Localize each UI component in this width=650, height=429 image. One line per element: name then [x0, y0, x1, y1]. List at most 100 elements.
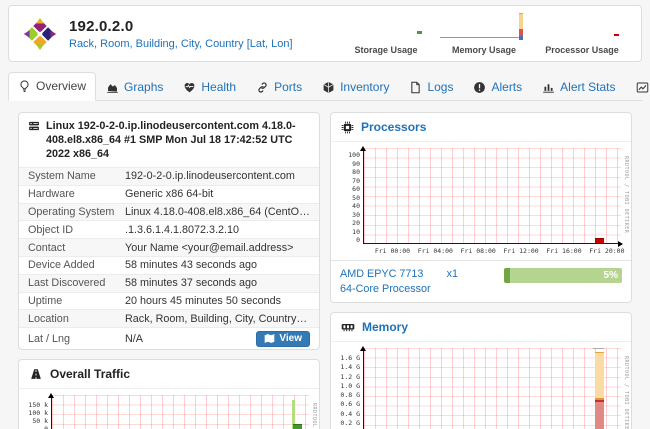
y-axis-tick: 60 [352, 185, 360, 193]
cpu-count: x1 [447, 268, 458, 280]
system-info-row: Last Discovered58 minutes 37 seconds ago [19, 274, 319, 292]
system-info-row: Device Added58 minutes 43 seconds ago [19, 256, 319, 274]
system-info-card: Linux 192-0-2-0.ip.linodeusercontent.com… [18, 112, 320, 350]
tab-overview[interactable]: Overview [8, 72, 96, 101]
storage-usage-minigraph[interactable]: Storage Usage [337, 12, 435, 55]
file-icon [409, 81, 422, 94]
cpu-usage-percent: 5% [604, 268, 618, 283]
cpu-icon [341, 121, 354, 134]
y-axis-tick: 0.2 G [340, 419, 360, 427]
rrdtool-watermark: RRDTOOL / TOBI OETIKER [623, 356, 629, 429]
overall-traffic-card: Overall Traffic 150 k100 k50 k0 RRDTOOL … [18, 359, 320, 429]
system-info-row: Lat / LngN/AView [19, 327, 319, 349]
x-axis-tick: Fri 12:00 [503, 247, 538, 255]
header-mini-graphs: Storage Usage Memory Usage Processor Usa… [337, 12, 631, 55]
y-axis-tick: 90 [352, 160, 360, 168]
y-axis-tick: 0.8 G [340, 391, 360, 399]
storage-usage-sparkline [340, 12, 432, 45]
device-location-link[interactable]: Rack, Room, Building, City, Country [Lat… [69, 38, 293, 50]
tab-logs[interactable]: Logs [399, 73, 463, 101]
row-value: 58 minutes 43 seconds ago [125, 259, 310, 271]
memory-title: Memory [362, 320, 408, 334]
y-axis-tick: 1.6 G [340, 354, 360, 362]
y-axis-tick: 80 [352, 168, 360, 176]
device-tabbar: Overview Graphs Health Ports Inventory Logs Al… [8, 71, 642, 101]
y-axis-tick: 0.6 G [340, 400, 360, 408]
map-icon [264, 333, 275, 344]
system-info-row: Uptime20 hours 45 minutes 50 seconds [19, 292, 319, 310]
memory-plot[interactable] [363, 348, 621, 429]
heart-icon [183, 81, 196, 94]
y-axis-tick: 150 k [28, 401, 48, 409]
area-chart-icon [106, 81, 119, 94]
tab-graphs[interactable]: Graphs [96, 73, 173, 101]
ram-icon [341, 320, 355, 334]
tab-label: Overview [36, 79, 86, 93]
y-axis-tick: 0.4 G [340, 410, 360, 418]
cpu-name-link[interactable]: AMD EPYC 7713 64-Core Processor [340, 267, 431, 296]
view-map-button[interactable]: View [256, 331, 310, 347]
processors-title: Processors [361, 120, 426, 134]
system-info-row: System Name192-0-2-0.ip.linodeuserconten… [19, 167, 319, 185]
system-info-row: LocationRack, Room, Building, City, Coun… [19, 309, 319, 327]
system-title: Linux 192-0-2-0.ip.linodeusercontent.com… [46, 119, 310, 161]
row-value: N/A [125, 333, 256, 345]
y-axis-tick: 1.4 G [340, 363, 360, 371]
x-axis-tick: Fri 08:00 [461, 247, 496, 255]
x-axis-tick: Fri 20:00 [589, 247, 624, 255]
road-icon [29, 367, 43, 381]
tab-label: Health [201, 80, 236, 94]
system-info-row: HardwareGeneric x86 64-bit [19, 185, 319, 203]
tab-alert-stats[interactable]: Alert Stats [532, 73, 625, 101]
row-value: Rack, Room, Building, City, Country [Lat… [125, 313, 310, 325]
row-label: System Name [28, 170, 125, 182]
tab-alerts[interactable]: Alerts [463, 73, 532, 101]
memory-usage-label: Memory Usage [452, 45, 516, 55]
processors-graph: 1009080706050403020100 RRDTOOL / TOBI OE… [331, 142, 631, 246]
y-axis-tick: 100 k [28, 409, 48, 417]
overall-traffic-graph: 150 k100 k50 k0 RRDTOOL / TOBI OETIKER [19, 389, 319, 429]
memory-usage-minigraph[interactable]: Memory Usage [435, 12, 533, 55]
row-label: Lat / Lng [28, 333, 125, 345]
y-axis-tick: 1.2 G [340, 373, 360, 381]
memory-graph: 1.6 G1.4 G 1.2 G1.0 G0.8 G0.6 G 0.4 G0.2 G… [331, 342, 631, 429]
y-axis-tick: 0 [44, 425, 48, 429]
tab-latency[interactable]: Latency [626, 73, 650, 101]
processors-header[interactable]: Processors [331, 113, 631, 142]
row-label: Operating System [28, 206, 125, 218]
tab-ports[interactable]: Ports [246, 73, 312, 101]
row-value: 20 hours 45 minutes 50 seconds [125, 295, 310, 307]
y-axis-tick: 20 [352, 219, 360, 227]
overall-traffic-title: Overall Traffic [50, 367, 130, 381]
system-info-row: Object ID.1.3.6.1.4.1.8072.3.2.10 [19, 220, 319, 238]
processor-usage-sparkline [536, 12, 628, 45]
processor-usage-minigraph[interactable]: Processor Usage [533, 12, 631, 55]
processors-plot[interactable] [363, 148, 621, 244]
storage-usage-label: Storage Usage [354, 45, 417, 55]
x-axis-tick: Fri 04:00 [418, 247, 453, 255]
row-label: Hardware [28, 188, 125, 200]
tab-health[interactable]: Health [173, 73, 246, 101]
tab-label: Graphs [124, 80, 163, 94]
memory-card: Memory 1.6 G1.4 G 1.2 G1.0 G0.8 G0.6 G 0.4… [330, 312, 632, 429]
tab-label: Inventory [340, 80, 389, 94]
traffic-plot[interactable] [51, 395, 309, 429]
tab-label: Alert Stats [560, 80, 615, 94]
row-label: Device Added [28, 259, 125, 271]
y-axis-tick: 50 k [32, 417, 48, 425]
cpu-list-row: AMD EPYC 7713 64-Core Processor x1 5% [331, 260, 631, 302]
y-axis-tick: 50 [352, 194, 360, 202]
x-axis-tick: Fri 16:00 [546, 247, 581, 255]
tab-inventory[interactable]: Inventory [312, 73, 399, 101]
cpu-usage-fill [504, 268, 510, 283]
y-axis-tick: 1.0 G [340, 382, 360, 390]
row-value: 58 minutes 37 seconds ago [125, 277, 310, 289]
y-axis-tick: 30 [352, 211, 360, 219]
cpu-usage-bar [595, 238, 604, 243]
bar-chart-icon [542, 81, 555, 94]
memory-header[interactable]: Memory [331, 313, 631, 342]
line-chart-icon [636, 81, 649, 94]
rrdtool-watermark: RRDTOOL / TOBI OETIKER [311, 403, 317, 429]
tab-label: Alerts [491, 80, 522, 94]
y-axis-tick: 40 [352, 202, 360, 210]
